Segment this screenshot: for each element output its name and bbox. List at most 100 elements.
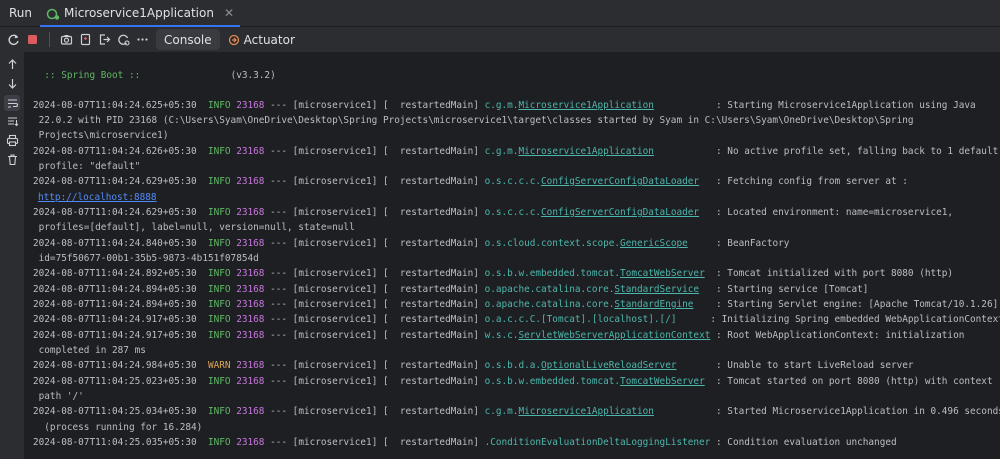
log-message: : Unable to start LiveReload server — [716, 360, 914, 371]
log-timestamp: 2024-08-07T11:04:24.629+05:30 — [33, 176, 197, 187]
arrow-down-icon[interactable] — [5, 76, 19, 90]
log-logger-package: c.g.m. — [484, 146, 519, 157]
log-line: 2024-08-07T11:04:24.984+05:30 WARN 23168… — [33, 358, 914, 374]
console-output[interactable]: :: Spring Boot :: (v3.3.2) 2024-08-07T11… — [24, 52, 1000, 459]
log-padding — [688, 238, 716, 249]
console-tab-label: Console — [164, 32, 212, 47]
log-pid: 23168 — [236, 284, 265, 295]
banner-version: (v3.3.2) — [230, 70, 276, 81]
log-pid: 23168 — [236, 238, 265, 249]
log-logger-class[interactable]: ConfigServerConfigDataLoader — [541, 176, 699, 187]
log-pid: 23168 — [236, 330, 265, 341]
log-thread: --- [microservice1] [ restartedMain] — [264, 330, 485, 341]
log-level: INFO — [207, 376, 231, 387]
log-timestamp: 2024-08-07T11:04:25.034+05:30 — [33, 406, 197, 417]
log-pid: 23168 — [236, 100, 265, 111]
log-logger-class[interactable]: StandardService — [614, 284, 699, 295]
print-icon[interactable] — [5, 133, 19, 147]
log-logger-package: c.g.m. — [484, 406, 519, 417]
log-logger-class[interactable]: TomcatWebServer — [620, 376, 705, 387]
rerun-icon[interactable] — [4, 30, 23, 49]
scroll-to-end-icon[interactable] — [5, 114, 19, 128]
log-line: 2024-08-07T11:04:24.629+05:30 INFO 23168… — [33, 174, 908, 190]
log-line: 2024-08-07T11:04:24.894+05:30 INFO 23168… — [33, 297, 998, 313]
log-pid: 23168 — [236, 146, 265, 157]
more-options-icon[interactable] — [133, 30, 152, 49]
log-line: 2024-08-07T11:04:24.629+05:30 INFO 23168… — [33, 205, 953, 221]
log-line: 2024-08-07T11:04:24.840+05:30 INFO 23168… — [33, 236, 789, 252]
log-logger-class[interactable]: StandardEngine — [614, 299, 693, 310]
tab-label: Microservice1Application — [64, 6, 214, 20]
soft-wrap-icon[interactable] — [4, 95, 20, 111]
log-logger-class[interactable]: Microservice1Application — [518, 146, 653, 157]
log-padding — [677, 360, 717, 371]
restore-layout-icon[interactable] — [76, 30, 95, 49]
log-pid: 23168 — [236, 360, 265, 371]
run-tool-window-title: Run — [9, 6, 33, 20]
log-pid: 23168 — [236, 376, 265, 387]
log-level: INFO — [207, 284, 231, 295]
log-message: : BeanFactory — [716, 238, 790, 249]
tab-console[interactable]: Console — [156, 29, 220, 50]
tab-microservice1-application[interactable]: Microservice1Application ✕ — [40, 0, 241, 27]
log-level: INFO — [207, 268, 231, 279]
log-logger-package: o.s.b.w.embedded.tomcat. — [484, 376, 621, 387]
log-logger-class[interactable]: OptionalLiveReloadServer — [541, 360, 676, 371]
log-continuation: path '/' — [33, 391, 84, 402]
log-pid: 23168 — [236, 268, 265, 279]
log-continuation: completed in 287 ms — [33, 345, 146, 356]
log-timestamp: 2024-08-07T11:04:24.626+05:30 — [33, 146, 197, 157]
tab-actuator[interactable]: Actuator — [220, 27, 303, 52]
log-level: INFO — [207, 238, 231, 249]
log-message: : Starting service [Tomcat] — [716, 284, 869, 295]
spring-boot-banner: :: Spring Boot :: (v3.3.2) — [33, 68, 276, 84]
trash-icon[interactable] — [5, 152, 19, 166]
log-logger-package: o.s.b.d.a. — [484, 360, 542, 371]
config-server-url-link[interactable]: http://localhost:8888 — [38, 190, 157, 206]
close-tab-icon[interactable]: ✕ — [224, 6, 234, 20]
log-logger-package: c.g.m. — [484, 100, 519, 111]
log-line: 2024-08-07T11:04:24.917+05:30 INFO 23168… — [33, 312, 1000, 328]
log-thread: --- [microservice1] [ restartedMain] — [264, 284, 485, 295]
toolbar-divider — [49, 32, 50, 47]
actuator-tab-label: Actuator — [243, 32, 295, 47]
log-continuation: (process running for 16.284) — [33, 422, 203, 433]
log-logger-package: .ConditionEvaluationDeltaLoggingListener — [484, 437, 711, 448]
camera-icon[interactable] — [57, 30, 76, 49]
log-message: : Located environment: name=microservice… — [716, 207, 954, 218]
log-logger-package: o.s.c.c.c. — [484, 176, 542, 187]
stop-icon[interactable] — [23, 30, 42, 49]
log-padding — [705, 268, 716, 279]
console-side-toolbar — [0, 52, 24, 459]
log-logger-class[interactable]: ServletWebServerApplicationContext — [518, 330, 710, 341]
settings-refresh-icon[interactable] — [114, 30, 133, 49]
log-level: INFO — [207, 314, 231, 325]
log-logger-class[interactable]: Microservice1Application — [518, 100, 653, 111]
log-logger-class[interactable]: TomcatWebServer — [620, 268, 705, 279]
banner-text: :: Spring Boot :: — [33, 70, 141, 81]
log-timestamp: 2024-08-07T11:04:24.894+05:30 — [33, 299, 197, 310]
log-level: INFO — [207, 176, 231, 187]
log-logger-class[interactable]: ConfigServerConfigDataLoader — [541, 207, 699, 218]
log-message: : Root WebApplicationContext: initializa… — [716, 330, 965, 341]
log-timestamp: 2024-08-07T11:04:24.894+05:30 — [33, 284, 197, 295]
log-timestamp: 2024-08-07T11:04:24.984+05:30 — [33, 360, 197, 371]
log-thread: --- [microservice1] [ restartedMain] — [264, 207, 485, 218]
log-padding — [654, 146, 716, 157]
exit-icon[interactable] — [95, 30, 114, 49]
log-padding — [676, 314, 710, 325]
log-level: INFO — [207, 330, 231, 341]
log-timestamp: 2024-08-07T11:04:24.892+05:30 — [33, 268, 197, 279]
log-thread: --- [microservice1] [ restartedMain] — [264, 238, 485, 249]
log-level: INFO — [207, 437, 231, 448]
log-level: INFO — [207, 100, 231, 111]
log-padding — [654, 406, 716, 417]
log-logger-class[interactable]: Microservice1Application — [518, 406, 653, 417]
log-thread: --- [microservice1] [ restartedMain] — [264, 360, 485, 371]
log-level: INFO — [207, 146, 231, 157]
log-logger-package: o.apache.catalina.core. — [484, 299, 615, 310]
log-logger-class[interactable]: GenericScope — [620, 238, 688, 249]
log-timestamp: 2024-08-07T11:04:24.917+05:30 — [33, 314, 197, 325]
log-pid: 23168 — [236, 176, 265, 187]
arrow-up-icon[interactable] — [5, 57, 19, 71]
